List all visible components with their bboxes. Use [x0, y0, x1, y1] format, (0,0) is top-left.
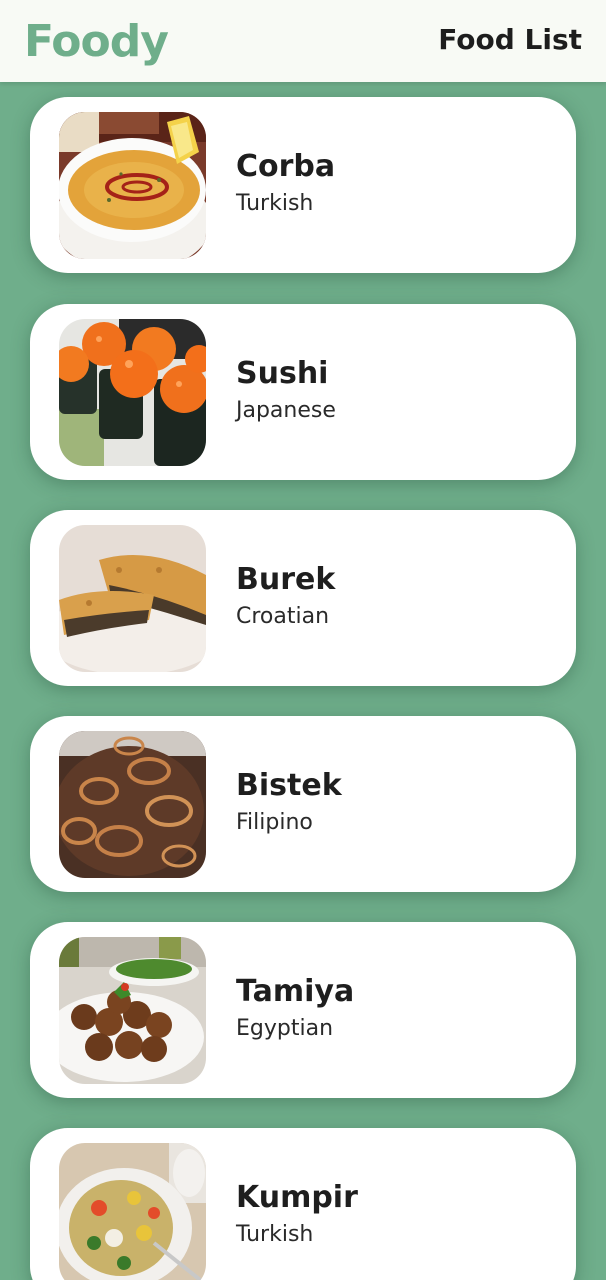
meal-area: Egyptian — [236, 1016, 334, 1041]
meal-area: Turkish — [236, 1222, 314, 1247]
meal-thumbnail — [59, 731, 206, 878]
sushi-rolls-image — [59, 319, 206, 466]
stuffed-potato-image — [59, 1143, 206, 1280]
meal-thumbnail — [59, 937, 206, 1084]
meal-name: Tamiya — [236, 974, 355, 1009]
meal-name: Kumpir — [236, 1180, 358, 1215]
meal-card[interactable]: Burek Croatian — [30, 510, 576, 686]
meal-name: Bistek — [236, 768, 342, 803]
beef-onion-image — [59, 731, 206, 878]
page-title: Food List — [438, 22, 582, 56]
meal-area: Croatian — [236, 604, 330, 629]
meal-thumbnail — [59, 1143, 206, 1280]
meal-thumbnail — [59, 525, 206, 672]
falafel-plate-image — [59, 937, 206, 1084]
app-bar: Foody Food List — [0, 0, 606, 82]
meal-card[interactable]: Kumpir Turkish — [30, 1128, 576, 1280]
meal-list[interactable]: Corba Turkish Sushi Japanese Burek Croat… — [0, 82, 606, 1280]
meal-card[interactable]: Tamiya Egyptian — [30, 922, 576, 1098]
meal-thumbnail — [59, 112, 206, 259]
meal-name: Sushi — [236, 356, 329, 391]
meal-area: Japanese — [236, 398, 336, 423]
meal-thumbnail — [59, 319, 206, 466]
brand-logo: Foody — [24, 15, 169, 67]
meal-name: Corba — [236, 149, 336, 184]
lentil-soup-image — [59, 112, 206, 259]
meal-card[interactable]: Bistek Filipino — [30, 716, 576, 892]
meal-area: Turkish — [236, 191, 314, 216]
meal-area: Filipino — [236, 810, 313, 835]
burek-pastry-image — [59, 525, 206, 672]
meal-name: Burek — [236, 562, 336, 597]
meal-card[interactable]: Corba Turkish — [30, 97, 576, 273]
meal-card[interactable]: Sushi Japanese — [30, 304, 576, 480]
